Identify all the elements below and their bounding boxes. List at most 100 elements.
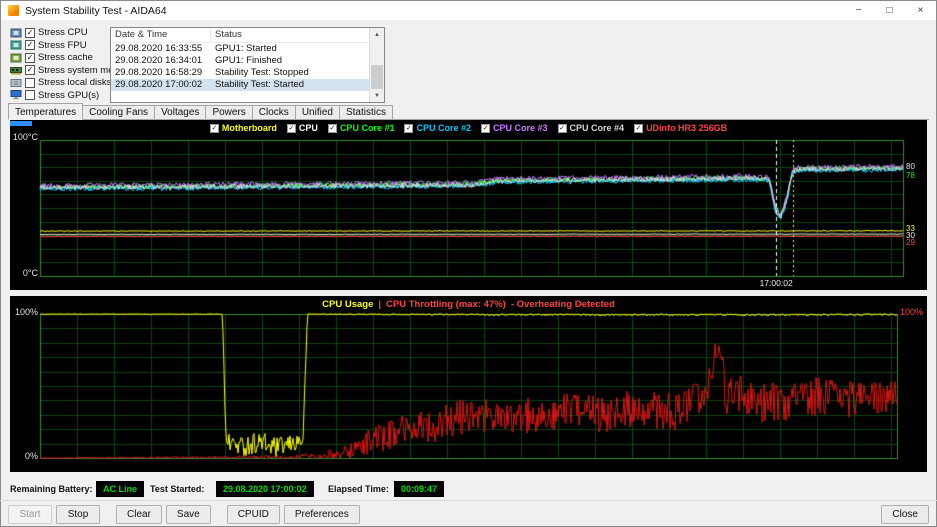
preferences-button[interactable]: Preferences	[283, 505, 360, 524]
legend-checkbox-cpu-core-3[interactable]: ✓	[481, 123, 490, 133]
tab-bar: Temperatures Cooling Fans Voltages Powers Cl…	[8, 103, 393, 120]
cpuid-button[interactable]: CPUID	[226, 505, 280, 524]
start-button[interactable]: Start	[8, 505, 52, 524]
remaining-battery-value: AC Line	[96, 481, 145, 497]
memory-icon	[10, 65, 22, 75]
stress-option-label: Stress GPU(s)	[38, 89, 100, 101]
fpu-icon	[10, 40, 22, 50]
tab-temperatures[interactable]: Temperatures	[8, 103, 84, 120]
stress-cpu-checkbox[interactable]: ✓	[25, 27, 35, 38]
temperature-plot-canvas	[10, 120, 927, 290]
tab-statistics[interactable]: Statistics	[338, 105, 393, 120]
legend-item-motherboard: ✓ Motherboard	[209, 123, 277, 133]
tab-cooling-fans[interactable]: Cooling Fans	[82, 105, 156, 120]
stop-button[interactable]: Stop	[56, 505, 100, 524]
window-controls: − □ ×	[843, 1, 936, 20]
log-row[interactable]: 29.08.2020 16:33:55 GPU1: Started	[111, 43, 369, 55]
log-cell-datetime: 29.08.2020 16:58:29	[115, 67, 203, 78]
stress-fpu-checkbox[interactable]: ✓	[25, 40, 35, 50]
legend-checkbox-cpu-core-4[interactable]: ✓	[557, 123, 567, 133]
log-cell-status: Stability Test: Stopped	[215, 67, 309, 78]
temp-axis-max-label: 100°C	[12, 132, 38, 142]
log-cell-datetime: 29.08.2020 17:00:02	[115, 79, 203, 90]
cpu-icon	[10, 28, 22, 38]
log-row[interactable]: 29.08.2020 17:00:02 Stability Test: Start…	[111, 79, 369, 91]
stress-cache-checkbox[interactable]: ✓	[25, 52, 35, 63]
app-icon	[8, 5, 19, 16]
legend-checkbox-cpu-core-1[interactable]: ✓	[327, 123, 337, 133]
usage-title-part: CPU Usage	[322, 299, 374, 310]
legend-label: CPU Core #4	[569, 123, 625, 133]
log-cell-status: GPU1: Finished	[215, 55, 283, 66]
log-header: Date & Time Status	[111, 28, 384, 43]
cache-icon	[10, 53, 22, 63]
window-title: System Stability Test - AIDA64	[25, 4, 167, 17]
button-bar: Start Stop Clear Save CPUID Preferences Close	[8, 505, 929, 524]
title-bar[interactable]: System Stability Test - AIDA64 − □ ×	[1, 1, 936, 20]
temperature-legend: ✓ Motherboard ✓ CPU ✓ CPU Core #1 ✓ CPU Core #2…	[10, 123, 927, 133]
stress-option-label: Stress local disks	[38, 77, 112, 88]
log-cell-status: GPU1: Started	[215, 43, 277, 54]
scroll-up-icon[interactable]: ▲	[370, 28, 384, 41]
temp-right-label: 80	[906, 161, 915, 171]
temperature-chart: ✓ Motherboard ✓ CPU ✓ CPU Core #1 ✓ CPU Core #2…	[10, 120, 927, 290]
stress-option-label: Stress FPU	[38, 39, 87, 51]
test-started-value: 29.08.2020 17:00:02	[216, 481, 314, 497]
stress-system-memory-checkbox[interactable]: ✓	[25, 65, 35, 75]
log-row[interactable]: 29.08.2020 16:34:01 GPU1: Finished	[111, 55, 369, 67]
stress-local-disks-checkbox[interactable]	[25, 77, 35, 88]
legend-label: CPU Core #1	[339, 123, 395, 133]
legend-label: CPU Core #3	[493, 123, 548, 133]
legend-checkbox-udinfo-hr3-256gb[interactable]: ✓	[634, 123, 644, 133]
elapsed-time-label: Elapsed Time:	[328, 484, 389, 494]
usage-title-part: |	[378, 299, 382, 310]
usage-title-part: CPU Throttling (max: 47%)	[386, 299, 506, 310]
legend-item-udinfo-hr3-256gb: ✓ UDinfo HR3 256GB	[634, 123, 727, 133]
app-window: System Stability Test - AIDA64 − □ × ✓ St…	[0, 0, 937, 527]
cpu-usage-plot-canvas	[10, 296, 927, 472]
elapsed-time-value: 00:09:47	[394, 481, 445, 497]
legend-checkbox-cpu[interactable]: ✓	[286, 123, 296, 133]
legend-label: CPU Core #2	[416, 123, 471, 133]
window-close-button[interactable]: ×	[905, 1, 936, 20]
tab-powers[interactable]: Powers	[205, 105, 253, 120]
log-header-status[interactable]: Status	[211, 28, 384, 42]
tab-voltages[interactable]: Voltages	[154, 105, 207, 120]
usage-axis-min-label: 0%	[24, 451, 38, 461]
window-minimize-button[interactable]: −	[843, 1, 874, 20]
log-header-date[interactable]: Date & Time	[111, 28, 211, 42]
disk-icon	[10, 78, 22, 88]
stress-gpus-checkbox[interactable]	[25, 90, 35, 100]
scroll-down-icon[interactable]: ▼	[370, 89, 384, 102]
legend-checkbox-cpu-core-2[interactable]: ✓	[404, 123, 414, 133]
legend-item-cpu-core-4: ✓ CPU Core #4	[557, 123, 625, 133]
log-scrollbar[interactable]: ▲ ▼	[369, 28, 384, 102]
tab-clocks[interactable]: Clocks	[251, 105, 296, 120]
temp-axis-min-label: 0°C	[22, 268, 38, 278]
status-bar: Remaining Battery: AC Line Test Started:…	[0, 480, 937, 498]
window-maximize-button[interactable]: □	[874, 1, 905, 20]
legend-label: Motherboard	[221, 123, 277, 133]
log-cell-datetime: 29.08.2020 16:33:55	[115, 43, 203, 54]
temp-time-marker-label: 17:00:02	[759, 278, 793, 288]
stress-option-label: Stress CPU	[38, 27, 88, 38]
close-button[interactable]: Close	[881, 505, 929, 524]
legend-item-cpu-core-2: ✓ CPU Core #2	[404, 123, 471, 133]
legend-item-cpu: ✓ CPU	[286, 123, 318, 133]
remaining-battery-label: Remaining Battery:	[10, 484, 93, 494]
log-rows: 29.08.2020 16:33:55 GPU1: Started 29.08.20…	[111, 43, 369, 102]
temp-right-label: 29	[906, 238, 915, 247]
stress-option-label: Stress cache	[38, 52, 93, 63]
clear-button[interactable]: Clear	[116, 505, 162, 524]
tab-unified[interactable]: Unified	[294, 105, 340, 120]
temp-right-label: 78	[906, 171, 915, 181]
event-log: Date & Time Status 29.08.2020 16:33:55 GP…	[110, 27, 385, 103]
usage-title-part: - Overheating Detected	[510, 299, 615, 310]
scrollbar-thumb[interactable]	[371, 65, 383, 89]
button-bar-separator	[0, 500, 937, 501]
legend-checkbox-motherboard[interactable]: ✓	[209, 123, 219, 133]
cpu-usage-title: CPU Usage | CPU Throttling (max: 47%) - Ove…	[10, 299, 927, 310]
save-button[interactable]: Save	[165, 505, 211, 524]
log-row[interactable]: 29.08.2020 16:58:29 Stability Test: Stopp…	[111, 67, 369, 79]
log-cell-datetime: 29.08.2020 16:34:01	[115, 55, 203, 66]
